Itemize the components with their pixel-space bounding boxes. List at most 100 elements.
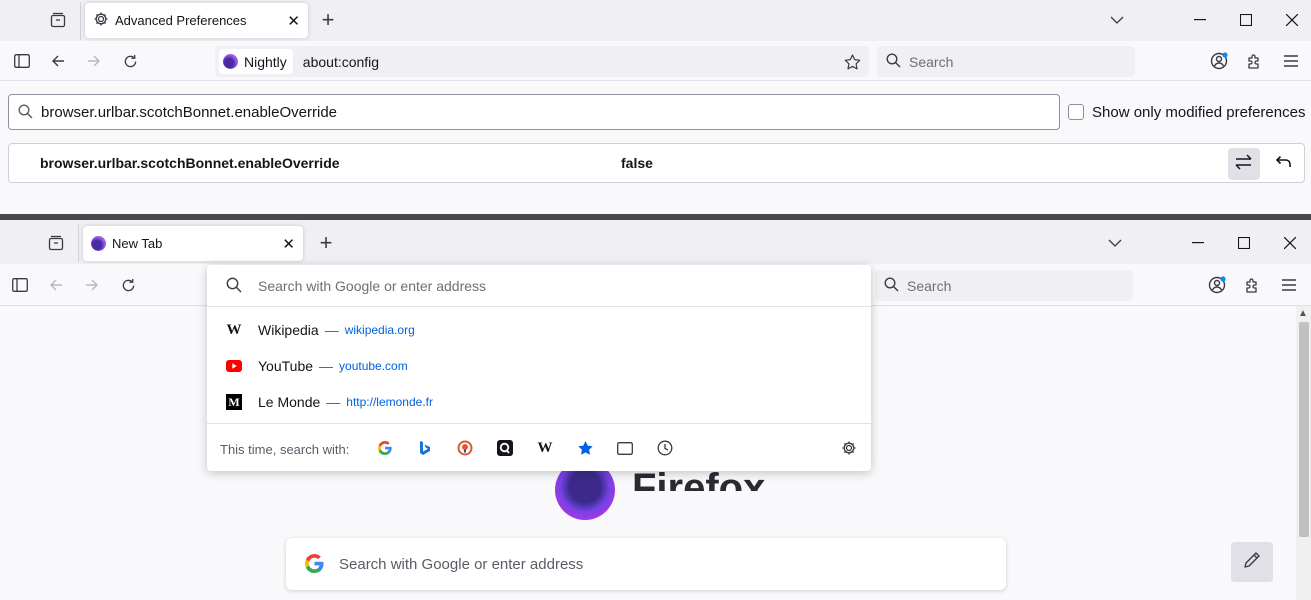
show-modified-label[interactable]: Show only modified preferences xyxy=(1092,104,1305,121)
tab-separator xyxy=(80,2,81,40)
pref-value: false xyxy=(621,155,653,171)
firefox-view-icon[interactable] xyxy=(46,233,66,253)
bookmark-star-icon[interactable] xyxy=(842,52,862,72)
newtab-search-placeholder: Search with Google or enter address xyxy=(339,555,584,573)
search-icon xyxy=(886,53,901,71)
toggle-pref-button[interactable] xyxy=(1228,148,1260,180)
account-icon[interactable] xyxy=(1208,51,1230,71)
suggestion-url: youtube.com xyxy=(339,359,408,373)
wikipedia-icon[interactable]: W xyxy=(536,439,554,457)
search-icon xyxy=(884,277,899,295)
suggestion-row[interactable]: YouTube — youtube.com xyxy=(207,348,871,384)
extensions-icon[interactable] xyxy=(1245,51,1265,71)
minimize-icon[interactable] xyxy=(1190,10,1210,30)
urlbar-placeholder: Search with Google or enter address xyxy=(258,277,487,294)
maximize-icon[interactable] xyxy=(1236,10,1256,30)
search-with-label: This time, search with: xyxy=(220,442,350,457)
scroll-thumb[interactable] xyxy=(1299,322,1309,537)
suggestion-title: Wikipedia xyxy=(258,322,319,338)
tab-strip: New Tab ✕ + xyxy=(0,220,1311,264)
pref-row: browser.urlbar.scotchBonnet.enableOverri… xyxy=(8,143,1305,183)
google-icon[interactable] xyxy=(376,439,394,457)
about-config-page: browser.urlbar.scotchBonnet.enableOverri… xyxy=(0,81,1311,214)
menu-icon[interactable] xyxy=(1281,51,1301,71)
suggestion-dash: — xyxy=(326,394,341,410)
gear-icon xyxy=(93,11,109,30)
config-search-input[interactable]: browser.urlbar.scotchBonnet.enableOverri… xyxy=(8,94,1060,130)
tabs-icon[interactable] xyxy=(616,439,634,457)
duckduckgo-icon[interactable] xyxy=(456,439,474,457)
search-placeholder: Search xyxy=(907,277,952,294)
maximize-icon[interactable] xyxy=(1234,233,1254,253)
suggestion-dash: — xyxy=(319,358,334,374)
new-tab-icon[interactable]: + xyxy=(315,230,337,255)
tab-title: New Tab xyxy=(112,236,163,251)
sidebar-icon[interactable] xyxy=(10,275,30,295)
back-icon[interactable] xyxy=(48,51,68,71)
google-icon xyxy=(304,554,324,577)
firefox-view-icon[interactable] xyxy=(48,10,68,30)
close-tab-icon[interactable]: ✕ xyxy=(282,235,295,253)
gear-icon[interactable] xyxy=(840,439,858,457)
show-modified-checkbox[interactable] xyxy=(1068,104,1084,120)
suggestion-title: Le Monde xyxy=(258,394,321,410)
suggestion-url: http://lemonde.fr xyxy=(346,395,433,409)
suggestion-row[interactable]: W Wikipedia — wikipedia.org xyxy=(207,312,871,348)
url-text[interactable]: about:config xyxy=(303,54,379,70)
account-icon[interactable] xyxy=(1206,275,1228,295)
close-tab-icon[interactable]: ✕ xyxy=(287,12,300,30)
nightly-logo-icon xyxy=(223,54,238,69)
close-window-icon[interactable] xyxy=(1280,233,1300,253)
toggle-arrows-icon xyxy=(1235,153,1253,175)
tab-advanced-preferences[interactable]: Advanced Preferences ✕ xyxy=(85,3,308,38)
nav-toolbar: Nightly about:config Search xyxy=(0,41,1311,81)
wikipedia-icon: W xyxy=(226,321,242,338)
bing-icon[interactable] xyxy=(416,439,434,457)
identity-label: Nightly xyxy=(244,53,287,70)
identity-box[interactable]: Nightly xyxy=(219,49,293,74)
urlbar-dropdown: Search with Google or enter address W Wi… xyxy=(207,265,871,471)
search-bar[interactable]: Search xyxy=(875,270,1133,301)
bookmarks-icon[interactable] xyxy=(576,439,594,457)
youtube-icon xyxy=(226,358,242,374)
suggestion-dash: — xyxy=(324,322,339,338)
undo-icon xyxy=(1275,155,1292,173)
firefox-logo-icon xyxy=(91,236,106,251)
qwant-icon[interactable] xyxy=(496,439,514,457)
browser-window-newtab: New Tab ✕ + Search Firefox Search with G… xyxy=(0,220,1311,600)
tab-new-tab[interactable]: New Tab ✕ xyxy=(83,226,303,261)
tab-separator xyxy=(78,224,79,262)
close-window-icon[interactable] xyxy=(1282,10,1302,30)
minimize-icon[interactable] xyxy=(1188,233,1208,253)
reset-pref-button[interactable] xyxy=(1268,148,1300,180)
tab-strip: Advanced Preferences ✕ + xyxy=(0,0,1311,41)
list-all-tabs-icon[interactable] xyxy=(1104,233,1126,253)
extensions-icon[interactable] xyxy=(1243,275,1263,295)
suggestion-title: YouTube xyxy=(258,358,314,374)
back-icon[interactable] xyxy=(46,275,66,295)
url-bar[interactable]: Nightly about:config xyxy=(215,46,869,77)
scrollbar[interactable]: ▲ xyxy=(1296,306,1311,600)
menu-icon[interactable] xyxy=(1279,275,1299,295)
sidebar-icon[interactable] xyxy=(12,51,32,71)
history-icon[interactable] xyxy=(656,439,674,457)
newtab-search-input[interactable]: Search with Google or enter address xyxy=(286,538,1006,590)
suggestion-row[interactable]: M Le Monde — http://lemonde.fr xyxy=(207,384,871,420)
reload-icon[interactable] xyxy=(120,51,140,71)
customize-button[interactable] xyxy=(1231,542,1273,582)
pref-name: browser.urlbar.scotchBonnet.enableOverri… xyxy=(40,155,340,171)
forward-icon[interactable] xyxy=(82,275,102,295)
search-icon xyxy=(18,104,33,123)
urlbar-input[interactable]: Search with Google or enter address xyxy=(207,265,871,307)
new-tab-icon[interactable]: + xyxy=(317,7,339,32)
list-all-tabs-icon[interactable] xyxy=(1106,10,1128,30)
tab-title: Advanced Preferences xyxy=(115,13,247,28)
suggestion-url: wikipedia.org xyxy=(344,323,415,337)
search-icon xyxy=(226,277,242,296)
search-bar[interactable]: Search xyxy=(877,46,1135,77)
scroll-up-icon[interactable]: ▲ xyxy=(1298,308,1308,319)
config-search-value: browser.urlbar.scotchBonnet.enableOverri… xyxy=(41,103,338,121)
search-shortcuts-footer: This time, search with: W xyxy=(207,423,871,471)
forward-icon[interactable] xyxy=(84,51,104,71)
reload-icon[interactable] xyxy=(118,275,138,295)
